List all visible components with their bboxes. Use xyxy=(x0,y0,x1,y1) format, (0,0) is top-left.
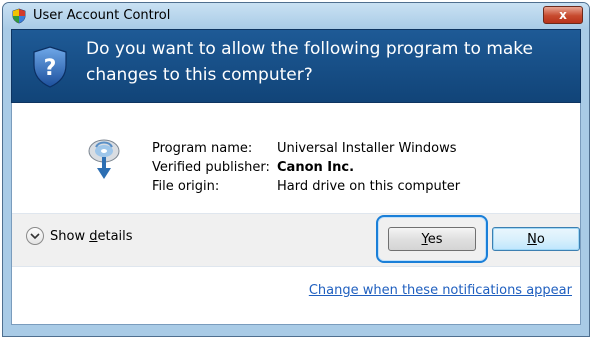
detail-row-program-name: Program name: Universal Installer Window… xyxy=(152,139,460,158)
close-button[interactable]: x xyxy=(543,6,583,24)
chevron-down-icon[interactable] xyxy=(26,227,44,245)
program-name-label: Program name: xyxy=(152,141,253,156)
publisher-value: Canon Inc. xyxy=(277,160,355,175)
window-title: User Account Control xyxy=(33,8,171,23)
no-button[interactable]: No xyxy=(492,227,580,251)
question-banner: ? Do you want to allow the following pro… xyxy=(11,29,581,103)
divider xyxy=(12,266,580,267)
change-notifications-link[interactable]: Change when these notifications appear xyxy=(309,283,572,298)
program-installer-icon xyxy=(88,139,120,179)
detail-row-file-origin: File origin: Hard drive on this computer xyxy=(152,177,460,196)
show-details-label[interactable]: Show details xyxy=(50,229,133,244)
question-shield-icon: ? xyxy=(33,46,67,88)
publisher-label: Verified publisher: xyxy=(152,160,270,175)
content-area: Program name: Universal Installer Window… xyxy=(11,103,581,325)
svg-text:?: ? xyxy=(44,56,57,81)
question-text: Do you want to allow the following progr… xyxy=(86,39,533,85)
uac-shield-icon xyxy=(12,8,26,24)
uac-dialog: User Account Control x ? Do you want to … xyxy=(2,2,590,337)
detail-row-publisher: Verified publisher: Canon Inc. xyxy=(152,158,460,177)
program-name-value: Universal Installer Windows xyxy=(277,141,457,156)
program-details: Program name: Universal Installer Window… xyxy=(152,139,460,196)
show-details-toggle[interactable]: Show details xyxy=(26,227,133,245)
title-bar: User Account Control x xyxy=(3,3,589,29)
close-icon: x xyxy=(559,8,567,22)
action-bar: Show details Yes No xyxy=(12,214,580,266)
file-origin-label: File origin: xyxy=(152,179,220,194)
yes-button[interactable]: Yes xyxy=(388,227,476,251)
file-origin-value: Hard drive on this computer xyxy=(277,179,461,194)
